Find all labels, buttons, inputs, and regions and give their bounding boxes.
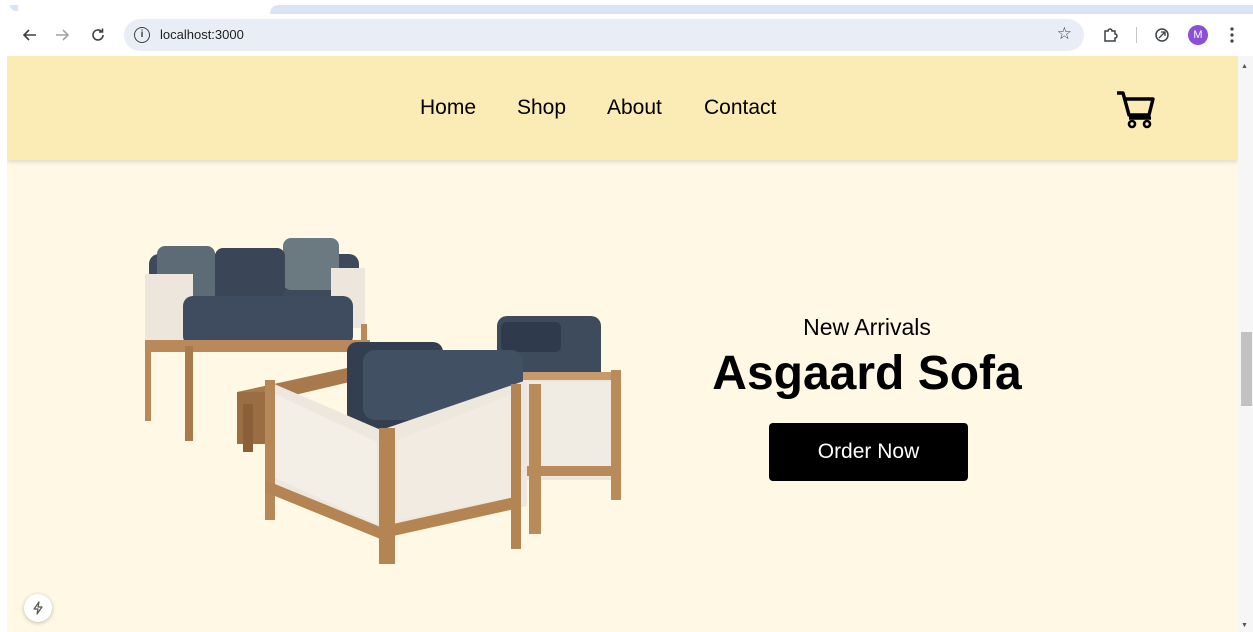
lightning-icon <box>33 601 43 615</box>
order-now-button[interactable]: Order Now <box>769 423 968 481</box>
extensions-button[interactable] <box>1098 23 1122 47</box>
arrow-right-icon <box>56 29 70 41</box>
nav-home[interactable]: Home <box>420 96 476 120</box>
scroll-up-arrow-icon[interactable]: ▲ <box>1241 63 1248 70</box>
toolbar-separator <box>1136 27 1137 43</box>
scrollbar-thumb[interactable] <box>1241 332 1252 406</box>
info-icon[interactable]: i <box>134 27 150 43</box>
page-viewport: Home Shop About Contact New Arrivals Asg… <box>7 56 1238 632</box>
back-button[interactable] <box>18 23 42 47</box>
active-tab[interactable] <box>0 0 270 14</box>
kebab-menu-icon <box>1230 27 1234 43</box>
sofa-set-image <box>145 238 621 564</box>
shopping-cart-icon[interactable] <box>1115 90 1157 130</box>
dev-tools-button[interactable] <box>24 594 52 622</box>
puzzle-icon <box>1104 28 1118 42</box>
forward-button[interactable] <box>50 23 74 47</box>
performance-button[interactable] <box>1150 23 1174 47</box>
hero-title: Asgaard Sofa <box>712 347 1022 400</box>
tab-strip <box>0 0 1253 14</box>
reload-icon <box>92 28 104 41</box>
address-bar[interactable]: i localhost:3000 ☆ <box>124 19 1084 51</box>
reload-button[interactable] <box>86 23 110 47</box>
site-header: Home Shop About Contact <box>7 56 1238 160</box>
profile-avatar[interactable]: M <box>1188 25 1208 45</box>
arrow-left-icon <box>22 29 36 41</box>
browser-menu-button[interactable] <box>1220 23 1244 47</box>
browser-toolbar: i localhost:3000 ☆ M <box>0 14 1253 56</box>
star-icon[interactable]: ☆ <box>1057 24 1072 44</box>
scroll-down-arrow-icon[interactable]: ▼ <box>1241 622 1248 629</box>
leaf-icon <box>1155 28 1169 42</box>
tab-strip-background <box>270 5 1253 14</box>
nav-shop[interactable]: Shop <box>517 96 566 120</box>
nav-about[interactable]: About <box>607 96 662 120</box>
hero-subtitle: New Arrivals <box>803 314 931 340</box>
url-text[interactable]: localhost:3000 <box>160 27 244 42</box>
nav-contact[interactable]: Contact <box>704 96 776 120</box>
front-armchair <box>265 342 527 564</box>
